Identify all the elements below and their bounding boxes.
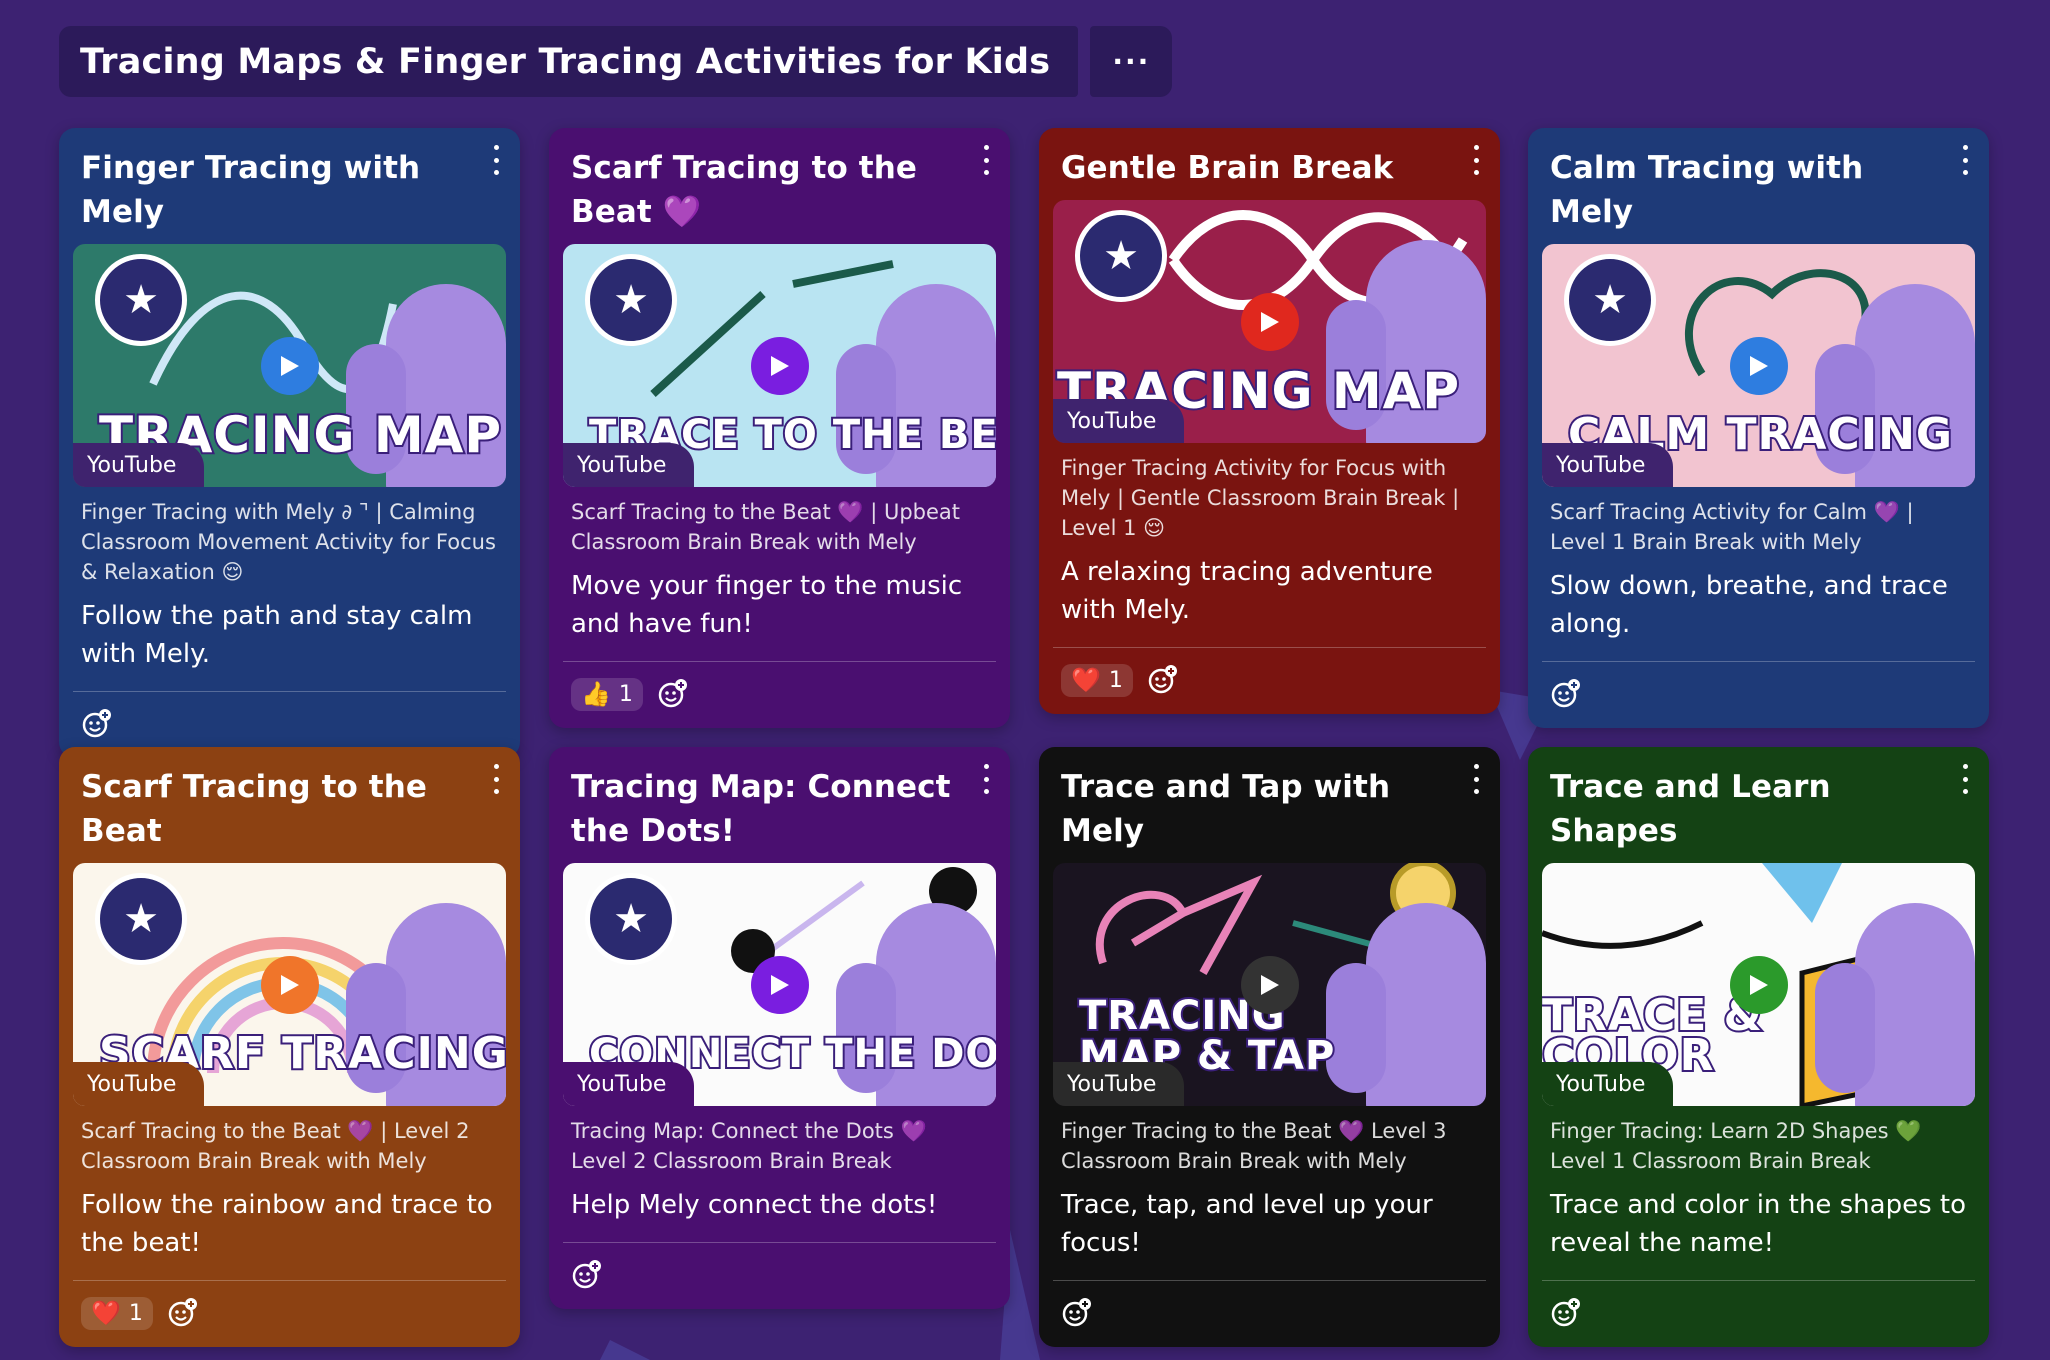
video-description: Tracing Map: Connect the Dots 💜 Level 2 … <box>571 1119 927 1173</box>
mood-magic-logo: ★ <box>585 254 677 346</box>
video-description: Scarf Tracing Activity for Calm 💜 | Leve… <box>1550 500 1914 554</box>
add-reaction-icon[interactable] <box>81 708 113 740</box>
youtube-label: YouTube <box>1542 443 1674 487</box>
card-title: Scarf Tracing to the Beat 💜 <box>571 150 918 230</box>
video-thumbnail[interactable]: TRACE & COLOR YouTube <box>1542 863 1975 1106</box>
card-body: A relaxing tracing adventure with Mely. <box>1061 557 1433 625</box>
play-icon[interactable] <box>750 955 809 1014</box>
youtube-label: YouTube <box>563 443 695 487</box>
card-menu-icon[interactable] <box>1466 142 1486 178</box>
card-menu-icon[interactable] <box>1955 761 1975 797</box>
youtube-label: YouTube <box>1053 399 1185 443</box>
card-menu-icon[interactable] <box>976 142 996 178</box>
video-description: Finger Tracing: Learn 2D Shapes 💚 Level … <box>1550 1119 1922 1173</box>
mood-magic-logo: ★ <box>1564 254 1656 346</box>
video-thumbnail[interactable]: ★ TRACING MAP YouTube <box>73 244 506 487</box>
youtube-label: YouTube <box>73 1062 205 1106</box>
mood-magic-logo: ★ <box>95 873 187 965</box>
card-body: Help Mely connect the dots! <box>571 1190 938 1220</box>
play-icon[interactable] <box>1729 955 1788 1014</box>
add-reaction-icon[interactable] <box>1550 678 1582 710</box>
card-footer <box>1053 1280 1486 1347</box>
youtube-label: YouTube <box>73 443 205 487</box>
mood-magic-logo: ★ <box>585 873 677 965</box>
reaction-count: 1 <box>128 1300 143 1326</box>
play-icon[interactable] <box>260 955 319 1014</box>
card-title: Finger Tracing with Mely <box>81 150 421 230</box>
card-body: Follow the path and stay calm with Mely. <box>81 601 473 669</box>
video-thumbnail[interactable]: ★ SCARF TRACING YouTube <box>73 863 506 1106</box>
video-thumbnail[interactable]: TRACING MAP & TAP YouTube <box>1053 863 1486 1106</box>
card-footer <box>563 1242 996 1309</box>
card[interactable]: Gentle Brain Break ★ TRACING MAP YouTube… <box>1039 128 1500 714</box>
video-thumbnail[interactable]: ★ CALM TRACING YouTube <box>1542 244 1975 487</box>
board-header: Tracing Maps & Finger Tracing Activities… <box>59 26 1173 97</box>
video-thumbnail[interactable]: ★ TRACE TO THE BEAT YouTube <box>563 244 996 487</box>
card-footer: 👍 1 <box>563 661 996 728</box>
reaction-count: 1 <box>618 681 633 707</box>
card-title: Trace and Learn Shapes <box>1550 769 1831 849</box>
reaction-thumbs-up[interactable]: 👍 1 <box>571 677 643 711</box>
heart-icon: ❤️ <box>1071 666 1101 694</box>
card-footer <box>1542 661 1975 728</box>
card-title: Calm Tracing with Mely <box>1550 150 1864 230</box>
add-reaction-icon[interactable] <box>657 678 689 710</box>
video-description: Scarf Tracing to the Beat 💜 | Level 2 Cl… <box>81 1119 470 1173</box>
card-menu-icon[interactable] <box>1955 142 1975 178</box>
card[interactable]: Trace and Tap with Mely TRACING MAP & TA… <box>1039 747 1500 1347</box>
card-footer: ❤️ 1 <box>1053 647 1486 714</box>
card-title: Trace and Tap with Mely <box>1061 769 1391 849</box>
card-body: Move your finger to the music and have f… <box>571 571 963 639</box>
play-icon[interactable] <box>750 336 809 395</box>
card-title: Tracing Map: Connect the Dots! <box>571 769 951 849</box>
board-title: Tracing Maps & Finger Tracing Activities… <box>59 26 1079 97</box>
video-thumbnail[interactable]: ★ TRACING MAP YouTube <box>1053 200 1486 443</box>
play-icon[interactable] <box>260 336 319 395</box>
video-description: Scarf Tracing to the Beat 💜 | Upbeat Cla… <box>571 500 961 554</box>
card[interactable]: Tracing Map: Connect the Dots! ★ CONNECT… <box>549 747 1010 1309</box>
card-footer: ❤️ 1 <box>73 1280 506 1347</box>
youtube-label: YouTube <box>563 1062 695 1106</box>
play-icon[interactable] <box>1240 292 1299 351</box>
hand-graphic <box>1815 903 1975 1106</box>
card-title: Scarf Tracing to the Beat <box>81 769 428 849</box>
video-thumbnail[interactable]: ★ CONNECT THE DOTS YouTube <box>563 863 996 1106</box>
card-body: Trace, tap, and level up your focus! <box>1061 1190 1433 1258</box>
heart-icon: ❤️ <box>91 1299 121 1327</box>
card-footer <box>1542 1280 1975 1347</box>
card[interactable]: Scarf Tracing to the Beat ★ SCARF TRACIN… <box>59 747 520 1347</box>
reaction-heart[interactable]: ❤️ 1 <box>81 1296 153 1330</box>
card-title: Gentle Brain Break <box>1061 150 1394 186</box>
youtube-label: YouTube <box>1053 1062 1185 1106</box>
add-reaction-icon[interactable] <box>1061 1297 1093 1329</box>
mood-magic-logo: ★ <box>1075 210 1167 302</box>
reaction-count: 1 <box>1108 667 1123 693</box>
card-body: Slow down, breathe, and trace along. <box>1550 571 1948 639</box>
add-reaction-icon[interactable] <box>1550 1297 1582 1329</box>
card[interactable]: Trace and Learn Shapes TRACE & COLOR You… <box>1528 747 1989 1347</box>
add-reaction-icon[interactable] <box>571 1259 603 1291</box>
mood-magic-logo: ★ <box>95 254 187 346</box>
card-menu-icon[interactable] <box>1466 761 1486 797</box>
youtube-label: YouTube <box>1542 1062 1674 1106</box>
play-icon[interactable] <box>1729 336 1788 395</box>
thumbs-up-icon: 👍 <box>581 680 611 708</box>
card[interactable]: Calm Tracing with Mely ★ CALM TRACING Yo… <box>1528 128 1989 728</box>
play-icon[interactable] <box>1240 955 1299 1014</box>
board-menu-button[interactable]: ··· <box>1090 26 1173 97</box>
reaction-heart[interactable]: ❤️ 1 <box>1061 663 1133 697</box>
video-description: Finger Tracing to the Beat 💜 Level 3 Cla… <box>1061 1119 1447 1173</box>
card-menu-icon[interactable] <box>486 761 506 797</box>
card[interactable]: Scarf Tracing to the Beat 💜 ★ TRACE TO T… <box>549 128 1010 728</box>
card-menu-icon[interactable] <box>976 761 996 797</box>
add-reaction-icon[interactable] <box>167 1297 199 1329</box>
card-menu-icon[interactable] <box>486 142 506 178</box>
video-description: Finger Tracing with Mely ∂ ⌝ | Calming C… <box>81 500 496 584</box>
card-body: Follow the rainbow and trace to the beat… <box>81 1190 493 1258</box>
video-description: Finger Tracing Activity for Focus with M… <box>1061 456 1460 540</box>
card[interactable]: Finger Tracing with Mely ★ TRACING MAP Y… <box>59 128 520 758</box>
card-body: Trace and color in the shapes to reveal … <box>1550 1190 1966 1258</box>
add-reaction-icon[interactable] <box>1147 664 1179 696</box>
